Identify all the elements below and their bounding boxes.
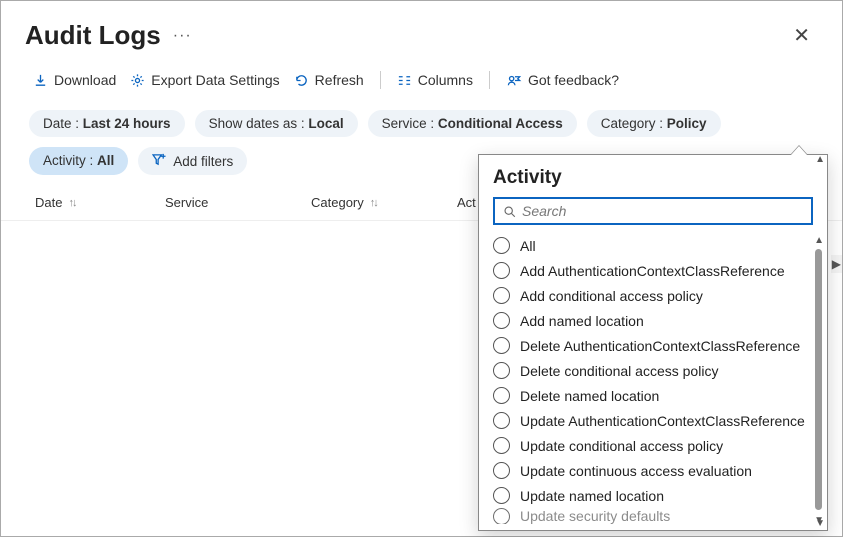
- sort-icon: ↑↓: [370, 197, 377, 209]
- feedback-label: Got feedback?: [528, 72, 619, 88]
- radio-icon: [493, 487, 510, 504]
- radio-icon: [493, 462, 510, 479]
- sort-icon: ↑↓: [68, 197, 75, 209]
- radio-icon: [493, 362, 510, 379]
- page-title: Audit Logs: [25, 20, 161, 51]
- add-filters-label: Add filters: [173, 154, 233, 169]
- filter-date[interactable]: Date : Last 24 hours: [29, 110, 185, 137]
- close-icon[interactable]: ✕: [785, 19, 818, 52]
- columns-label: Columns: [418, 72, 473, 88]
- scrollbar[interactable]: [815, 249, 822, 510]
- search-input[interactable]: [522, 203, 803, 219]
- columns-icon: [397, 73, 412, 88]
- refresh-label: Refresh: [315, 72, 364, 88]
- export-settings-button[interactable]: Export Data Settings: [126, 68, 283, 92]
- column-service[interactable]: Service: [165, 195, 311, 210]
- feedback-button[interactable]: Got feedback?: [502, 68, 623, 92]
- more-icon[interactable]: ···: [173, 27, 192, 45]
- filter-activity[interactable]: Activity : All: [29, 147, 128, 175]
- filter-show-dates[interactable]: Show dates as : Local: [195, 110, 358, 137]
- radio-icon: [493, 337, 510, 354]
- column-category[interactable]: Category↑↓: [311, 195, 457, 210]
- refresh-icon: [294, 73, 309, 88]
- divider: [380, 71, 381, 89]
- option-delete-authcontext[interactable]: Delete AuthenticationContextClassReferen…: [493, 333, 823, 358]
- radio-icon: [493, 287, 510, 304]
- export-label: Export Data Settings: [151, 72, 279, 88]
- download-label: Download: [54, 72, 116, 88]
- option-update-continuous[interactable]: Update continuous access evaluation: [493, 458, 823, 483]
- filter-add-icon: [152, 153, 167, 169]
- panel-expand-icon[interactable]: ▶: [831, 255, 842, 273]
- radio-icon: [493, 312, 510, 329]
- download-icon: [33, 73, 48, 88]
- download-button[interactable]: Download: [29, 68, 120, 92]
- activity-dropdown: ▲ Activity ▲ All Add AuthenticationConte…: [478, 154, 828, 531]
- activity-options: ▲ All Add AuthenticationContextClassRefe…: [479, 233, 827, 530]
- option-update-named-location[interactable]: Update named location: [493, 483, 823, 508]
- page-header: Audit Logs ··· ✕: [1, 1, 842, 58]
- option-update-ca-policy[interactable]: Update conditional access policy: [493, 433, 823, 458]
- radio-icon: [493, 237, 510, 254]
- option-update-security-defaults[interactable]: Update security defaults: [493, 508, 823, 524]
- search-icon: [503, 205, 516, 218]
- scroll-up-icon[interactable]: ▲: [815, 154, 825, 165]
- feedback-icon: [506, 73, 522, 88]
- radio-icon: [493, 437, 510, 454]
- add-filters-button[interactable]: Add filters: [138, 147, 247, 175]
- option-delete-named-location[interactable]: Delete named location: [493, 383, 823, 408]
- scroll-up-icon[interactable]: ▲: [814, 235, 824, 246]
- dropdown-title: Activity: [479, 155, 827, 197]
- option-add-ca-policy[interactable]: Add conditional access policy: [493, 283, 823, 308]
- radio-icon: [493, 387, 510, 404]
- radio-icon: [493, 508, 510, 524]
- gear-icon: [130, 73, 145, 88]
- filter-service[interactable]: Service : Conditional Access: [368, 110, 577, 137]
- columns-button[interactable]: Columns: [393, 68, 477, 92]
- option-add-named-location[interactable]: Add named location: [493, 308, 823, 333]
- activity-search[interactable]: [493, 197, 813, 225]
- radio-icon: [493, 262, 510, 279]
- scroll-down-icon[interactable]: ▼: [815, 518, 825, 529]
- filter-category[interactable]: Category : Policy: [587, 110, 721, 137]
- radio-icon: [493, 412, 510, 429]
- option-all[interactable]: All: [493, 233, 823, 258]
- option-add-authcontext[interactable]: Add AuthenticationContextClassReference: [493, 258, 823, 283]
- divider: [489, 71, 490, 89]
- command-bar: Download Export Data Settings Refresh Co…: [1, 58, 842, 106]
- column-date[interactable]: Date↑↓: [35, 195, 165, 210]
- refresh-button[interactable]: Refresh: [290, 68, 368, 92]
- dropdown-caret: [791, 146, 807, 155]
- option-delete-ca-policy[interactable]: Delete conditional access policy: [493, 358, 823, 383]
- option-update-authcontext[interactable]: Update AuthenticationContextClassReferen…: [493, 408, 823, 433]
